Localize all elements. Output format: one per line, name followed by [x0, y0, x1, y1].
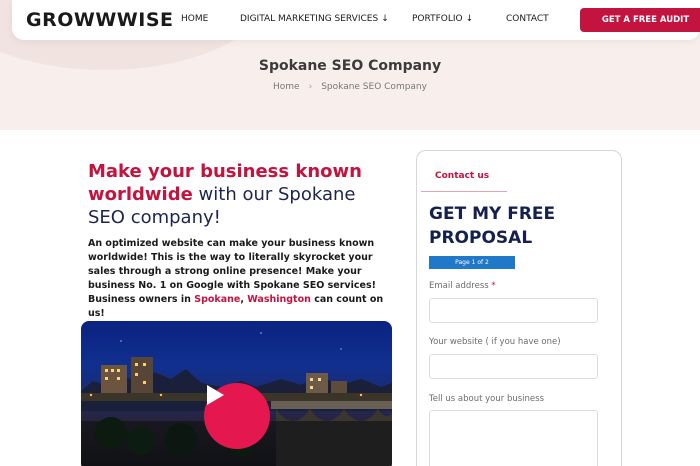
intro-paragraph: An optimized website can make your busin… — [88, 237, 390, 321]
page-title: Spokane SEO Company — [258, 58, 442, 74]
breadcrumb-separator-icon: › — [308, 82, 313, 92]
top-navbar: GROWWWISE HOME DIGITAL MARKETING SERVICE… — [12, 0, 700, 40]
breadcrumb: Home › Spokane SEO Company — [0, 82, 700, 92]
breadcrumb-home-link[interactable]: Home — [273, 82, 300, 92]
nav-item-contact[interactable]: CONTACT — [506, 14, 549, 24]
play-icon — [207, 385, 224, 405]
form-title: GET MY FREE PROPOSAL — [429, 204, 556, 248]
email-label: Email address * — [429, 281, 496, 291]
washington-link[interactable]: Washington — [247, 294, 311, 305]
website-field[interactable] — [429, 354, 598, 379]
spokane-link[interactable]: Spokane — [194, 294, 240, 305]
proposal-form: Contact us GET MY FREE PROPOSAL Page 1 o… — [416, 150, 622, 466]
chevron-down-icon: ↓ — [465, 14, 474, 24]
video-player[interactable] — [81, 321, 392, 466]
chevron-down-icon: ↓ — [381, 14, 389, 24]
main-headline: Make your business known worldwide with … — [88, 160, 388, 229]
logo[interactable]: GROWWWISE — [26, 9, 173, 31]
email-label-text: Email address — [429, 281, 489, 291]
nav-item-services-label: DIGITAL MARKETING SERVICES — [240, 14, 379, 24]
nav-item-home[interactable]: HOME — [181, 14, 208, 24]
required-mark: * — [491, 281, 496, 291]
business-label: Tell us about your business — [429, 394, 545, 404]
nav-item-home-label: HOME — [181, 14, 209, 24]
play-button[interactable] — [204, 383, 270, 449]
tab-underline — [421, 191, 507, 192]
website-label: Your website ( if you have one) — [429, 337, 561, 347]
form-progress-bar: Page 1 of 2 — [429, 256, 515, 269]
tab-contact-us[interactable]: Contact us — [435, 171, 489, 181]
breadcrumb-current: Spokane SEO Company — [321, 82, 427, 92]
free-audit-button[interactable]: GET A FREE AUDIT — [580, 8, 700, 32]
nav-item-contact-label: CONTACT — [506, 14, 549, 24]
nav-item-portfolio-label: PORTFOLIO — [412, 14, 463, 24]
nav-item-digital-marketing-services[interactable]: DIGITAL MARKETING SERVICES ↓ — [240, 14, 389, 24]
email-field[interactable] — [429, 298, 598, 323]
business-textarea[interactable] — [429, 410, 598, 466]
nav-item-portfolio[interactable]: PORTFOLIO ↓ — [412, 14, 473, 24]
